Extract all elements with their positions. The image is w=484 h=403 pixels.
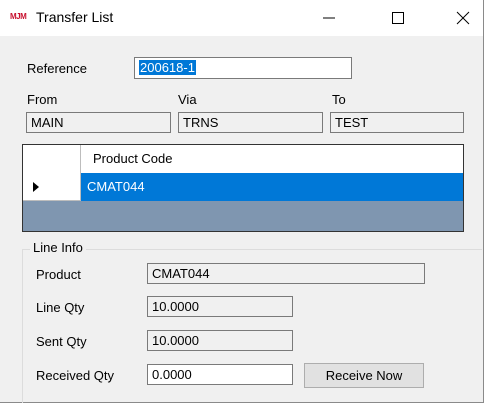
grid-corner-cell[interactable] <box>23 145 81 173</box>
title-bar[interactable]: MJM Transfer List <box>0 0 483 36</box>
received-qty-label: Received Qty <box>36 368 115 383</box>
window-title: Transfer List <box>36 9 114 25</box>
current-row-arrow-icon <box>33 182 39 192</box>
table-row[interactable]: CMAT044 <box>23 173 463 201</box>
app-logo: MJM <box>10 12 27 21</box>
maximize-button[interactable] <box>375 0 421 36</box>
line-qty-field[interactable]: 10.0000 <box>147 296 293 317</box>
row-header[interactable] <box>23 173 81 201</box>
from-field[interactable]: MAIN <box>26 112 171 133</box>
receive-now-button[interactable]: Receive Now <box>304 363 424 388</box>
from-label: From <box>27 92 58 107</box>
transfer-list-window: MJM Transfer List Reference 200618-1 Fro… <box>0 0 484 403</box>
product-field[interactable]: CMAT044 <box>147 263 425 284</box>
reference-label: Reference <box>27 61 87 76</box>
column-header-product-code[interactable]: Product Code <box>93 151 173 166</box>
to-field[interactable]: TEST <box>330 112 464 133</box>
close-button[interactable] <box>440 0 484 36</box>
minimize-button[interactable] <box>306 0 352 36</box>
via-label: Via <box>178 92 197 107</box>
via-field[interactable]: TRNS <box>178 112 323 133</box>
line-info-title: Line Info <box>30 240 86 255</box>
close-icon <box>456 11 470 25</box>
product-code-cell[interactable]: CMAT044 <box>81 173 463 201</box>
sent-qty-field[interactable]: 10.0000 <box>147 330 293 351</box>
sent-qty-label: Sent Qty <box>36 334 87 349</box>
reference-value: 200618-1 <box>139 60 196 75</box>
line-qty-label: Line Qty <box>36 300 85 315</box>
grid-header: Product Code <box>23 145 463 174</box>
to-label: To <box>332 92 346 107</box>
maximize-icon <box>392 12 404 24</box>
product-grid[interactable]: Product Code CMAT044 <box>22 144 464 232</box>
minimize-icon <box>323 17 335 19</box>
reference-input[interactable]: 200618-1 <box>134 57 352 79</box>
received-qty-input[interactable]: 0.0000 <box>147 364 293 385</box>
product-label: Product <box>36 267 81 282</box>
